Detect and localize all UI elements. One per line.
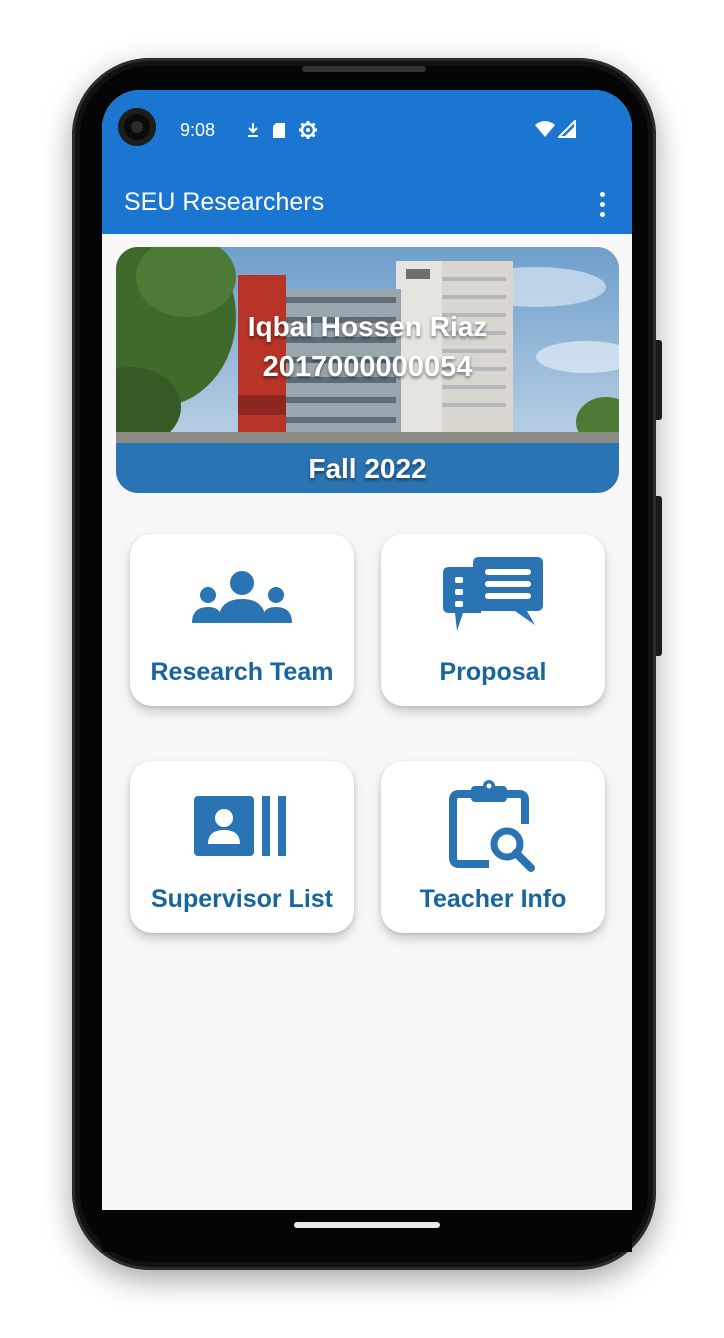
teacher-info-label: Teacher Info [419,885,567,913]
teacher-info-card[interactable]: Teacher Info [381,761,605,933]
clipboard-search-icon [449,780,535,872]
status-notification-icons [226,120,318,140]
supervisor-list-card[interactable]: Supervisor List [130,761,354,933]
more-vert-icon[interactable] [590,186,614,222]
volume-button [656,496,662,656]
student-id: 2017000000054 [262,351,473,383]
home-gesture-handle[interactable] [294,1222,440,1228]
supervisor-list-label: Supervisor List [151,885,333,913]
student-name: Iqbal Hossen Riaz [247,311,488,342]
student-banner: Iqbal Hossen Riaz 2017000000054 Fall 202… [116,247,619,493]
app-screen: 9:08 SEU Researchers Iqbal Hossen Riaz 2… [102,90,632,1210]
app-title: SEU Researchers [124,188,325,216]
research-team-label: Research Team [150,658,334,686]
status-time: 9:08 [180,120,216,140]
settings-icon [299,121,317,139]
navigation-bar [102,1210,632,1252]
research-team-card[interactable]: Research Team [130,534,354,706]
status-system-icons [534,120,576,138]
status-bar: 9:08 [102,90,632,174]
power-button [656,340,662,420]
speaker-grille [302,66,426,72]
proposal-card[interactable]: Proposal [381,534,605,706]
users-group-icon [192,571,292,623]
chat-bubbles-icon [443,557,543,631]
download-icon [248,123,258,137]
term-label: Fall 2022 [308,453,427,484]
cellular-signal-icon [558,120,576,138]
proposal-label: Proposal [439,658,547,686]
campus-photo [116,247,619,444]
app-bar: SEU Researchers [102,174,632,234]
contact-card-icon [194,796,286,856]
sd-card-icon [273,122,285,138]
front-camera [118,108,156,146]
wifi-icon [535,121,555,137]
